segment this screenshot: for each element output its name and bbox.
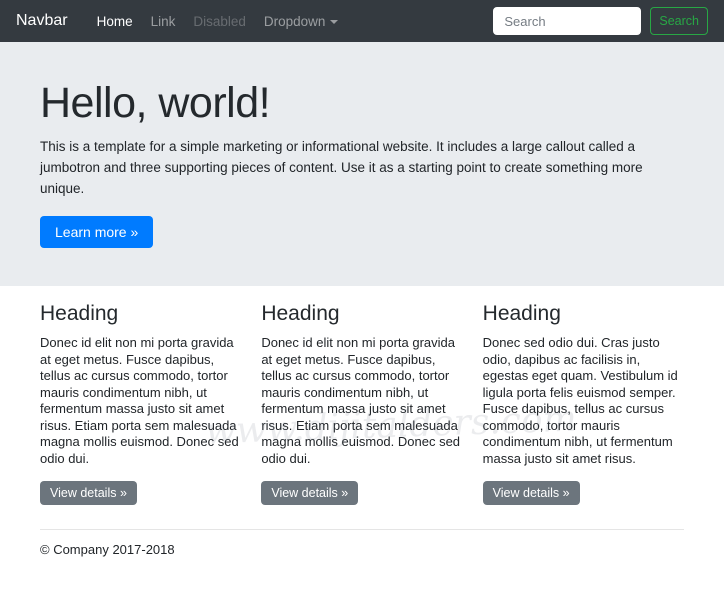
column-3: Heading Donec sed odio dui. Cras justo o…	[482, 302, 684, 505]
column-heading: Heading	[40, 302, 119, 325]
search-button[interactable]: Search	[650, 7, 708, 35]
navbar-brand[interactable]: Navbar	[16, 12, 68, 30]
view-details-button-3[interactable]: View details »	[482, 481, 580, 505]
jumbotron: Hello, world! This is a template for a s…	[0, 42, 724, 286]
column-1: Heading Donec id elit non mi porta gravi…	[40, 302, 241, 505]
nav-item-dropdown[interactable]: Dropdown	[255, 10, 348, 33]
jumbotron-heading: Hello, world!	[40, 79, 271, 127]
nav-item-disabled: Disabled	[193, 13, 246, 29]
jumbotron-text: This is a template for a simple marketin…	[40, 139, 643, 197]
column-2: Heading Donec id elit non mi porta gravi…	[261, 302, 462, 505]
view-details-button-1[interactable]: View details »	[40, 481, 137, 505]
view-details-button-2[interactable]: View details »	[261, 481, 359, 505]
column-heading: Heading	[482, 302, 561, 325]
footer-copyright: © Company 2017-2018	[40, 542, 175, 557]
footer: © Company 2017-2018	[0, 529, 724, 557]
column-text: Donec id elit non mi porta gravida at eg…	[261, 335, 461, 466]
nav-item-dropdown-label: Dropdown	[263, 13, 326, 29]
nav-item-home[interactable]: Home	[88, 10, 142, 33]
learn-more-button[interactable]: Learn more »	[40, 216, 154, 249]
nav-item-link[interactable]: Link	[142, 10, 185, 33]
footer-divider	[40, 529, 684, 530]
search-form: Search	[493, 7, 708, 35]
navbar-nav: Home Link Disabled Dropdown	[88, 10, 494, 33]
column-text: Donec id elit non mi porta gravida at eg…	[40, 335, 239, 466]
column-heading: Heading	[261, 302, 340, 325]
content-columns: Heading Donec id elit non mi porta gravi…	[0, 302, 724, 505]
navbar: Navbar Home Link Disabled Dropdown Searc…	[0, 0, 724, 42]
search-input[interactable]	[493, 7, 642, 35]
column-text: Donec sed odio dui. Cras justo odio, dap…	[482, 335, 678, 466]
caret-down-icon	[330, 19, 339, 24]
